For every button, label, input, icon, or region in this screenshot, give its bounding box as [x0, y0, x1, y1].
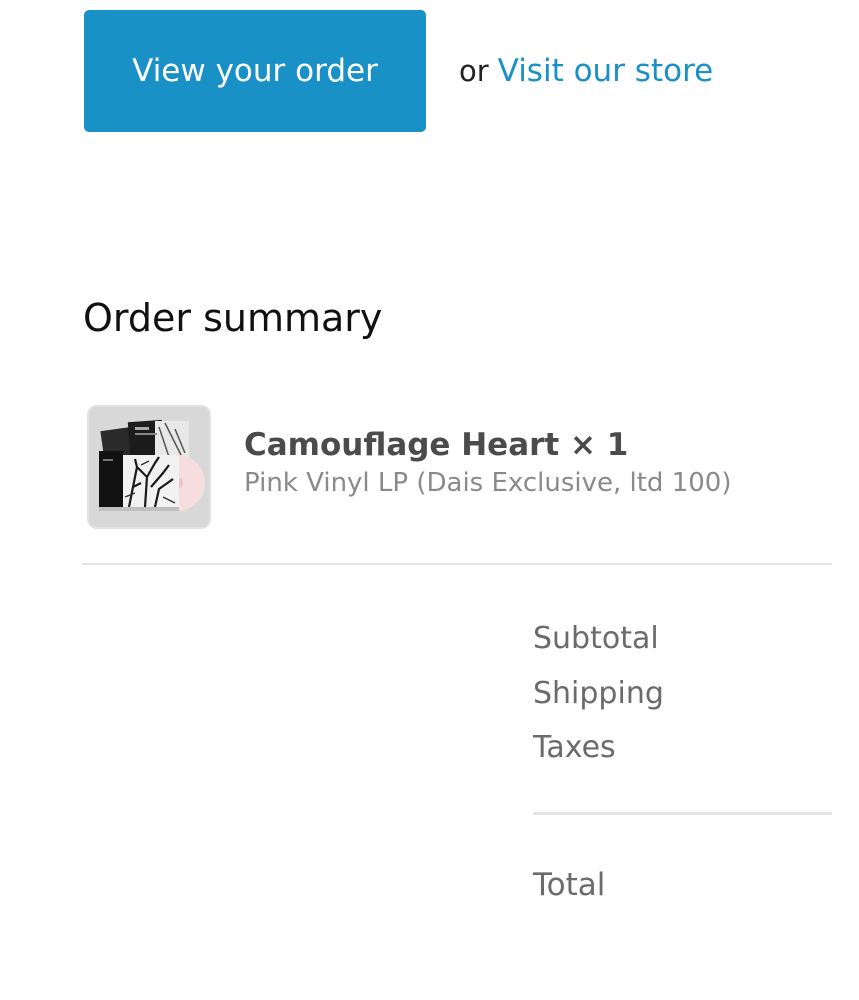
totals-divider	[533, 811, 832, 815]
line-item: Camouflage Heart × 1 Pink Vinyl LP (Dais…	[87, 405, 731, 529]
order-summary-title: Order summary	[83, 296, 383, 340]
taxes-label: Taxes	[533, 730, 616, 765]
subtotal-label: Subtotal	[533, 621, 659, 656]
product-name: Camouflage Heart × 1	[244, 427, 629, 463]
visit-store-link[interactable]: Visit our store	[498, 53, 714, 89]
totals-section: Subtotal Shipping Taxes Total	[533, 614, 832, 903]
vinyl-package-image	[89, 407, 209, 527]
shipping-label: Shipping	[533, 675, 664, 711]
summary-divider	[82, 563, 832, 565]
order-actions: View your order or Visit our store	[84, 10, 713, 132]
total-label: Total	[533, 866, 606, 903]
line-item-details: Camouflage Heart × 1 Pink Vinyl LP (Dais…	[244, 425, 731, 501]
order-confirmation-page: View your order or Visit our store Order…	[0, 0, 859, 1000]
product-thumbnail	[87, 405, 211, 529]
product-variant: Pink Vinyl LP (Dais Exclusive, ltd 100)	[244, 468, 732, 498]
or-separator-text: or	[459, 54, 489, 88]
view-order-button[interactable]: View your order	[84, 10, 426, 132]
